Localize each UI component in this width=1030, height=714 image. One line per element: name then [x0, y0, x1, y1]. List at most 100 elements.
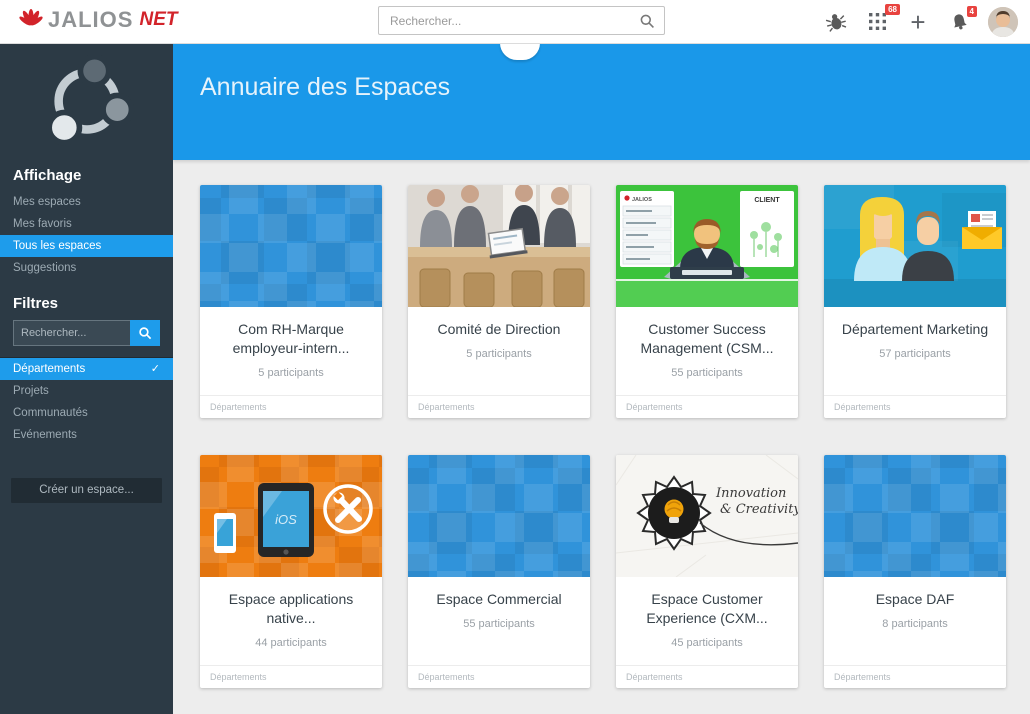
sidebar-item-suggestions[interactable]: Suggestions — [0, 257, 173, 279]
space-card-csm[interactable]: JALIOS CLIENT — [616, 185, 798, 418]
space-card-marketing[interactable]: Département Marketing 57 participants Dé… — [824, 185, 1006, 418]
app-window: JALIOS NET — [0, 0, 1030, 714]
space-category: Départements — [200, 395, 382, 418]
space-title: Customer Success Management (CSM... — [626, 320, 788, 358]
filter-item-label: Communautés — [13, 402, 88, 424]
space-title: Espace applications native... — [210, 590, 372, 628]
space-participants: 44 participants — [255, 637, 327, 649]
filter-item-communautes[interactable]: Communautés — [0, 402, 173, 424]
global-search — [378, 6, 665, 35]
sidebar-item-tous-les-espaces[interactable]: Tous les espaces — [0, 235, 173, 257]
notifications-button[interactable]: 4 — [947, 10, 971, 34]
apps-badge: 68 — [885, 4, 900, 16]
filter-item-departements[interactable]: Départements ✓ — [0, 358, 173, 380]
space-title: Com RH-Marque employeur-intern... — [210, 320, 372, 358]
space-card-comite-direction[interactable]: Comité de Direction 5 participants Dépar… — [408, 185, 590, 418]
card-body: Espace Customer Experience (CXM... 45 pa… — [616, 577, 798, 665]
search-icon — [138, 326, 152, 340]
tablet-os-label: iOS — [275, 512, 297, 527]
space-title: Espace DAF — [876, 590, 955, 609]
spaces-grid: Com RH-Marque employeur-intern... 5 part… — [173, 160, 1030, 714]
space-participants: 8 participants — [882, 618, 947, 630]
space-title: Département Marketing — [842, 320, 988, 339]
brand-suffix: NET — [139, 9, 177, 31]
global-search-input[interactable] — [388, 13, 639, 29]
space-card-daf[interactable]: Espace DAF 8 participants Départements — [824, 455, 1006, 688]
space-title: Espace Customer Experience (CXM... — [626, 590, 788, 628]
space-participants: 55 participants — [671, 367, 743, 379]
space-category: Départements — [408, 395, 590, 418]
space-card-com-rh[interactable]: Com RH-Marque employeur-intern... 5 part… — [200, 185, 382, 418]
panel-right-label: CLIENT — [754, 197, 780, 204]
card-body: Département Marketing 57 participants — [824, 307, 1006, 395]
sidebar-item-mes-favoris[interactable]: Mes favoris — [0, 213, 173, 235]
filter-item-label: Départements — [13, 358, 85, 380]
space-category: Départements — [616, 665, 798, 688]
apps-grid-icon — [869, 13, 886, 30]
top-bar: JALIOS NET — [0, 0, 1030, 44]
filter-search — [13, 320, 160, 346]
affichage-heading: Affichage — [0, 167, 173, 184]
debug-bug-button[interactable] — [824, 10, 848, 34]
search-icon[interactable] — [639, 13, 655, 29]
create-space-button[interactable]: Créer un espace... — [11, 478, 162, 503]
topbar-actions: 68 + 4 — [824, 0, 1018, 43]
space-cover-meeting-photo — [408, 185, 590, 307]
space-category: Départements — [824, 665, 1006, 688]
jalios-fan-icon — [18, 7, 44, 33]
space-category: Départements — [824, 395, 1006, 418]
sidebar-item-label: Suggestions — [13, 257, 76, 279]
space-cover-blue-mosaic — [408, 455, 590, 577]
space-participants: 5 participants — [258, 367, 323, 379]
sidebar: Affichage Mes espaces Mes favoris Tous l… — [0, 43, 173, 714]
space-cover-devices: iOS — [200, 455, 382, 577]
space-card-cxm[interactable]: Innovation & Creativity Espace Customer … — [616, 455, 798, 688]
space-cover-people-envelope — [824, 185, 1006, 307]
space-participants: 45 participants — [671, 637, 743, 649]
innovation-label-line1: Innovation — [715, 486, 786, 501]
sidebar-item-label: Mes favoris — [13, 213, 72, 235]
bug-icon — [824, 9, 848, 33]
spaces-share-icon — [35, 55, 139, 151]
filter-search-input[interactable] — [13, 320, 130, 346]
filtres-heading: Filtres — [0, 295, 173, 312]
space-cover-blue-mosaic — [824, 455, 1006, 577]
panel-left-label: JALIOS — [632, 197, 652, 203]
page-title: Annuaire des Espaces — [200, 73, 450, 102]
page-header: Annuaire des Espaces — [173, 43, 1030, 160]
header-notch — [500, 43, 540, 60]
card-body: Com RH-Marque employeur-intern... 5 part… — [200, 307, 382, 395]
space-category: Départements — [200, 665, 382, 688]
jalios-logo[interactable]: JALIOS NET — [18, 7, 177, 33]
space-title: Espace Commercial — [436, 590, 561, 609]
filter-search-button[interactable] — [130, 320, 160, 346]
space-participants: 5 participants — [466, 348, 531, 360]
space-category: Départements — [616, 395, 798, 418]
card-body: Espace applications native... 44 partici… — [200, 577, 382, 665]
space-participants: 57 participants — [879, 348, 951, 360]
plus-icon: + — [910, 9, 925, 35]
space-cover-blue-mosaic — [200, 185, 382, 307]
space-cover-innovation: Innovation & Creativity — [616, 455, 798, 577]
check-icon: ✓ — [151, 358, 160, 380]
space-cover-green-illustration: JALIOS CLIENT — [616, 185, 798, 307]
innovation-label-line2: & Creativity — [720, 502, 798, 517]
notifications-badge: 4 — [967, 6, 977, 18]
sidebar-item-label: Mes espaces — [13, 191, 81, 213]
filter-item-projets[interactable]: Projets — [0, 380, 173, 402]
user-avatar[interactable] — [988, 7, 1018, 37]
space-card-commercial[interactable]: Espace Commercial 55 participants Départ… — [408, 455, 590, 688]
filter-item-label: Evénements — [13, 424, 77, 446]
filter-item-evenements[interactable]: Evénements — [0, 424, 173, 446]
card-body: Espace DAF 8 participants — [824, 577, 1006, 665]
add-button[interactable]: + — [906, 10, 930, 34]
filter-item-label: Projets — [13, 380, 49, 402]
space-participants: 55 participants — [463, 618, 535, 630]
sidebar-item-label: Tous les espaces — [13, 235, 101, 257]
apps-grid-button[interactable]: 68 — [865, 10, 889, 34]
card-body: Customer Success Management (CSM... 55 p… — [616, 307, 798, 395]
space-card-applications[interactable]: iOS Espace applications native... 44 par… — [200, 455, 382, 688]
brand-name: JALIOS — [48, 7, 133, 33]
space-category: Départements — [408, 665, 590, 688]
sidebar-item-mes-espaces[interactable]: Mes espaces — [0, 191, 173, 213]
